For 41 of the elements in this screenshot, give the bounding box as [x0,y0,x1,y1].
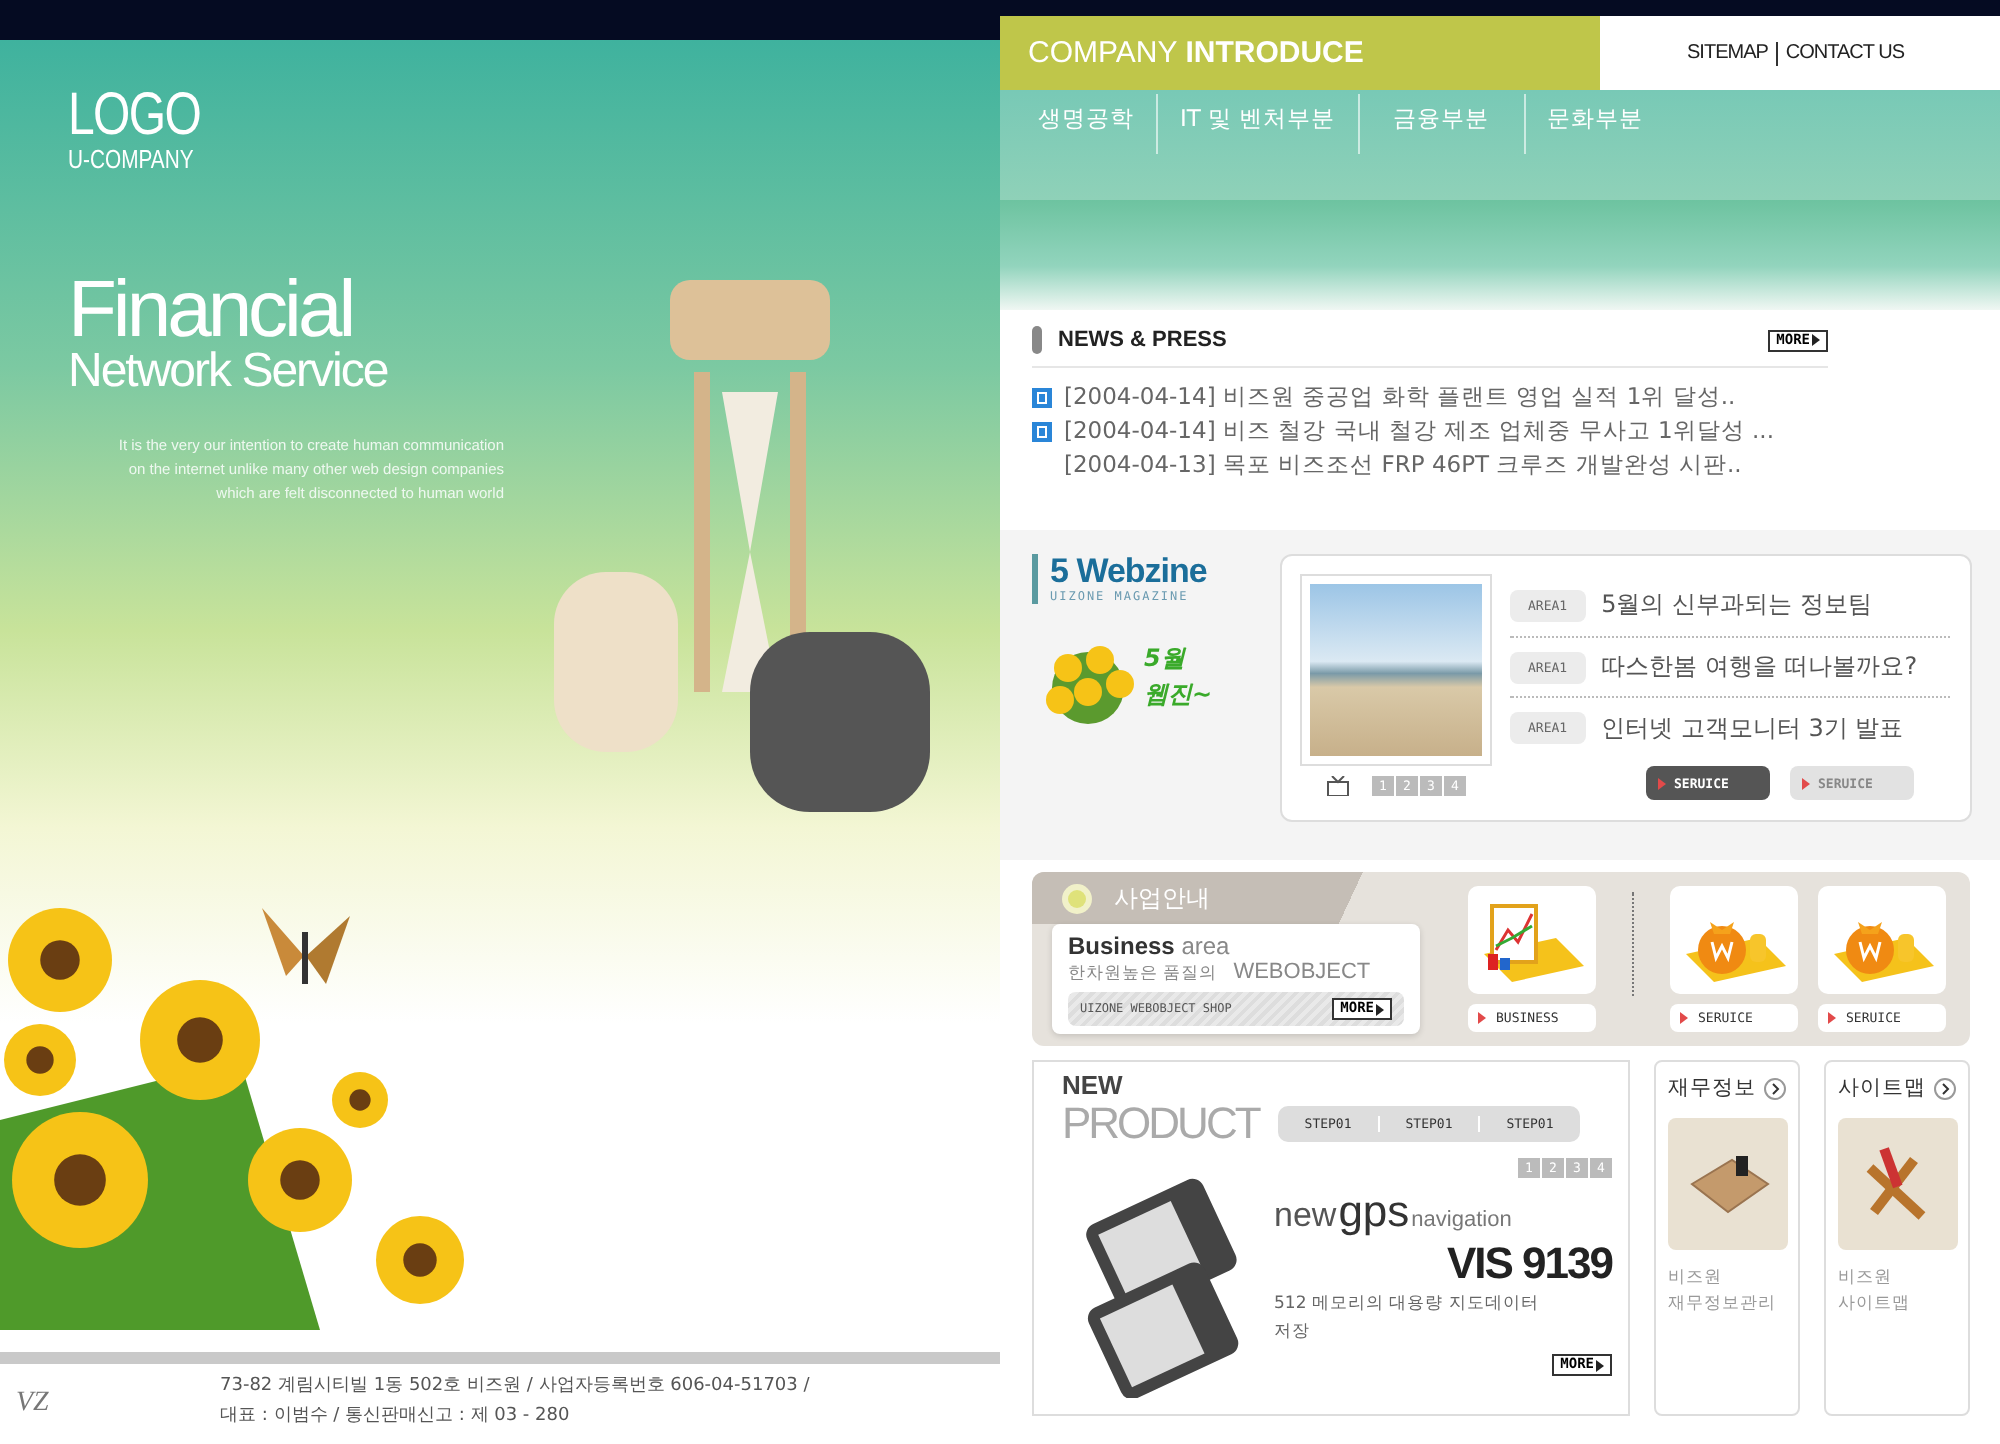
header-link[interactable]: SITEMAP [1687,42,1768,64]
arrow-icon [1812,334,1820,346]
news-link[interactable]: [2004-04-14] 비즈원 중공업 화학 플랜트 영업 실적 1위 달성.. [1064,382,1736,412]
hero-subtitle: Network Service [68,346,390,398]
dot-icon [1068,889,1086,907]
model-name: VIS 9139 [1446,1238,1612,1290]
section-title: NEWS & PRESS [1058,328,1227,352]
news-link[interactable]: [2004-04-14] 비즈 철강 국내 철강 제조 업체중 무사고 1위달성 ... [1064,416,1774,446]
arrow-icon [1376,1003,1384,1015]
footer-info: 73-82 계림시티빌 1동 502호 비즈원 / 사업자등록번호 606-04-51703 / 대표 : 이범수 / 통신판매신고 : 제 03 - 280 [218,1374,810,1430]
hero-title: Financial [68,274,348,346]
header-link[interactable]: CONTACT US [1785,42,1904,64]
logo-text: LOGO [68,88,196,144]
new-label: NEW [1062,1074,1125,1098]
article-link[interactable]: 인터넷 고객모니터 3기 발표 [1601,711,1904,746]
box-title: 사이트맵 [1838,1074,1926,1102]
section-marker [1032,326,1042,354]
money-bag-icon [1686,922,1786,982]
webzine-badge-text: 5월 웹진~ [1144,642,1213,712]
article-link[interactable]: 따스한봄 여행을 떠나볼까요? [1601,650,1918,684]
arrow-icon [1596,1359,1604,1371]
news-link[interactable]: [2004-04-13] 목포 비즈조선 FRP 46PT 크루즈 개발완성 시판.. [1064,450,1742,480]
box-title: 재무정보 [1668,1074,1756,1102]
business-tagline: 한차원높은 품질의 [1068,962,1218,986]
product-title: PRODUCT [1062,1098,1259,1150]
brand-text: WEBOBJECT [1233,960,1371,984]
box-description: 비즈원 재무정보관리 [1668,1266,1778,1318]
business-title: 사업안내 [1114,881,1210,915]
webzine-title: 5 Webzine [1050,554,1207,590]
gps-logo-text: newgpsnavigation [1274,1186,1512,1238]
tv-icon [1326,776,1350,796]
box-description: 비즈원 사이트맵 [1838,1266,1912,1318]
header-title: COMPANY INTRODUCE [1000,16,1600,90]
footer-logo: VZ [16,1386,51,1422]
arrow-circle-icon[interactable] [1764,1077,1786,1099]
arrow-circle-icon[interactable] [1934,1077,1956,1099]
product-description: 512 메모리의 대용량 지도데이터 저장 [1274,1292,1541,1346]
article-link[interactable]: 5월의 신부과되는 정보팀 [1601,588,1872,623]
business-heading: Business area [1068,932,1232,960]
logo-subtitle: U-COMPANY [68,144,196,174]
money-bag-icon [1834,922,1934,982]
